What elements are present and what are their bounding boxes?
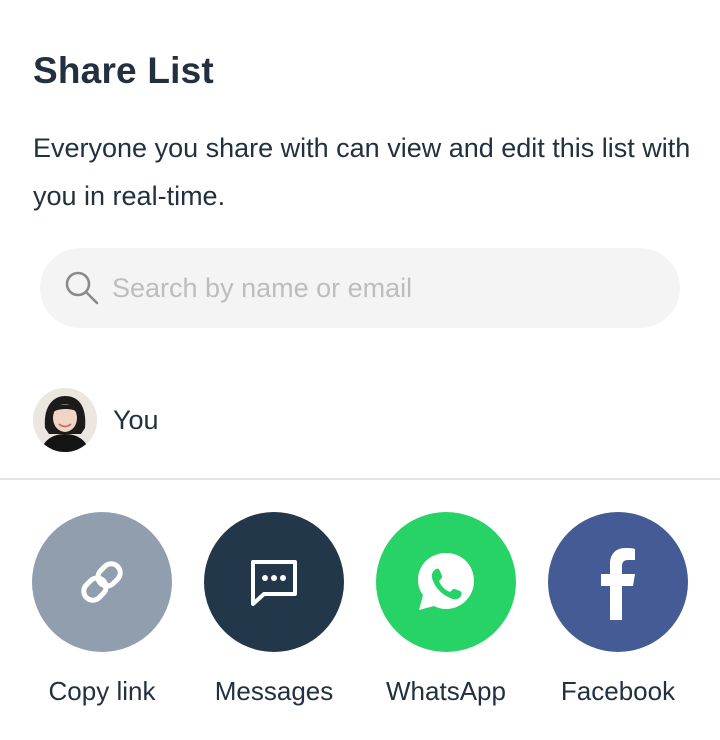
divider [0, 478, 720, 480]
search-input[interactable] [112, 248, 672, 328]
facebook-icon [601, 548, 635, 620]
share-list-description: Everyone you share with can view and edi… [33, 133, 691, 211]
copy-link-circle[interactable] [32, 512, 172, 652]
search-icon [65, 271, 99, 305]
copy-link-label: Copy link [48, 676, 156, 706]
whatsapp-circle[interactable] [376, 512, 516, 652]
link-icon [81, 561, 123, 603]
share-options: Copy link Messages WhatsApp Facebook [0, 512, 720, 712]
share-list-title: Share List [33, 50, 214, 91]
messages-label: Messages [214, 676, 334, 706]
whatsapp-button[interactable]: WhatsApp [360, 512, 532, 712]
search-bar[interactable] [40, 248, 680, 328]
avatar [33, 388, 97, 452]
facebook-label: Facebook [560, 676, 676, 706]
messages-circle[interactable] [204, 512, 344, 652]
member-row: You [33, 388, 159, 452]
facebook-button[interactable]: Facebook [532, 512, 704, 712]
facebook-circle[interactable] [548, 512, 688, 652]
messages-button[interactable]: Messages [188, 512, 360, 712]
avatar-photo [33, 388, 97, 452]
member-name: You [113, 404, 159, 435]
message-icon [251, 560, 297, 606]
whatsapp-icon [418, 553, 474, 610]
copy-link-button[interactable]: Copy link [16, 512, 188, 712]
whatsapp-label: WhatsApp [386, 676, 506, 706]
